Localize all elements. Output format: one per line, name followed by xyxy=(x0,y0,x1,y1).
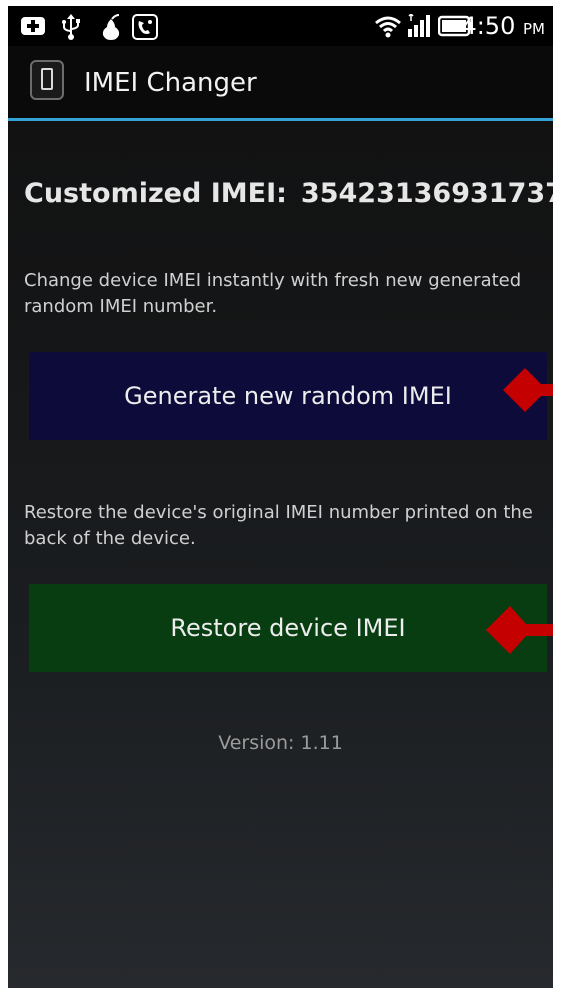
phone-icon[interactable] xyxy=(30,60,64,100)
app-screen: 4:50 PM IMEI Changer Customized IMEI: 354… xyxy=(8,6,553,988)
red-arrow-icon xyxy=(503,368,553,412)
restore-imei-button[interactable]: Restore device IMEI xyxy=(29,584,547,672)
status-time: 4:50 PM xyxy=(461,12,545,40)
version-label: Version: 1.11 xyxy=(218,732,343,754)
usb-icon xyxy=(62,14,80,40)
status-ampm: PM xyxy=(523,20,545,38)
generate-imei-button[interactable]: Generate new random IMEI xyxy=(29,352,547,440)
red-arrow-icon xyxy=(486,606,553,654)
customized-imei-row: Customized IMEI: 354231369317378 xyxy=(24,178,553,209)
restore-description: Restore the device's original IMEI numbe… xyxy=(24,502,533,549)
voicemail-phone-icon xyxy=(132,14,158,40)
imei-label: Customized IMEI: xyxy=(24,178,287,209)
wifi-icon xyxy=(375,16,401,38)
status-time-value: 4:50 xyxy=(461,12,516,40)
add-box-icon xyxy=(21,17,45,35)
pear-icon xyxy=(102,14,120,40)
generate-description: Change device IMEI instantly with fresh … xyxy=(24,270,522,317)
imei-value: 354231369317378 xyxy=(300,178,553,209)
action-bar-divider xyxy=(8,118,553,121)
app-title: IMEI Changer xyxy=(84,68,257,98)
action-bar: IMEI Changer xyxy=(8,46,553,118)
status-bar: 4:50 PM xyxy=(8,6,553,46)
signal-icon xyxy=(408,14,430,37)
